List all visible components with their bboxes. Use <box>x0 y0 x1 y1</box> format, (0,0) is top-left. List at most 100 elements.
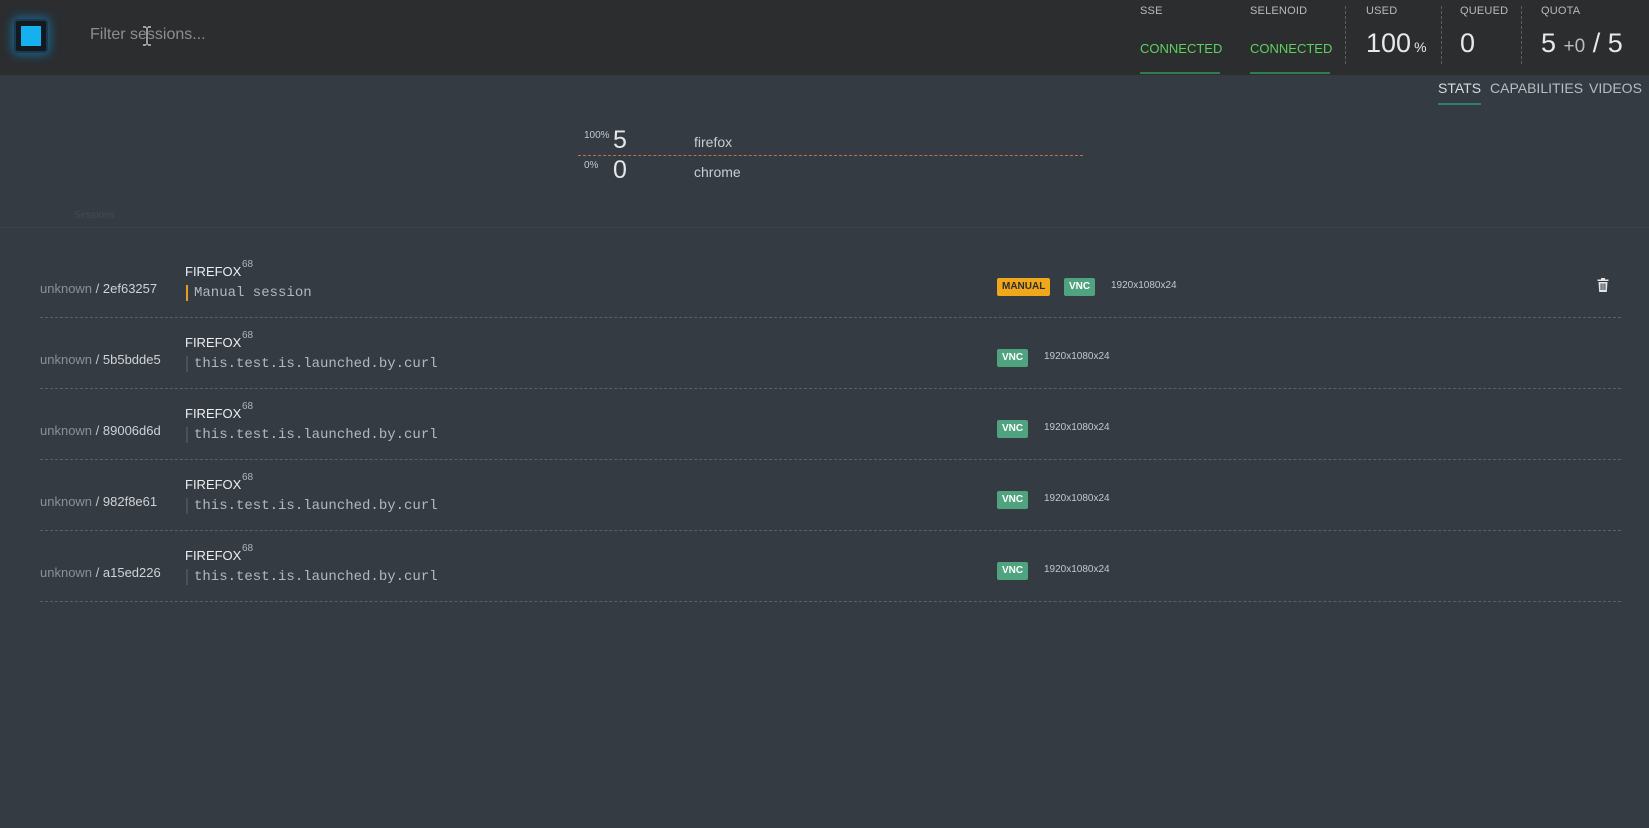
session-quota: unknown <box>40 565 93 580</box>
session-resolution: 1920x1080x24 <box>1044 422 1110 433</box>
browser-name: firefox <box>694 134 733 150</box>
session-browser: FIREFOX <box>185 264 242 279</box>
session-hash: 89006d6d <box>102 423 161 438</box>
browser-name: chrome <box>694 164 741 180</box>
selenoid-connection-status: CONNECTED <box>1250 41 1333 56</box>
browser-percent: 100% <box>584 130 610 141</box>
browser-count: 5 <box>613 126 627 154</box>
vnc-badge: VNC <box>997 420 1029 438</box>
vnc-badge: VNC <box>997 491 1029 509</box>
session-quota: unknown <box>40 352 93 367</box>
tab-videos[interactable]: VIDEOS <box>1589 80 1642 96</box>
trash-icon[interactable] <box>1597 278 1609 292</box>
session-separator: / <box>92 423 103 438</box>
session-hash: 982f8e61 <box>102 494 158 509</box>
sse-status: SSE CONNECTED <box>1140 0 1230 75</box>
quota-total: 5 <box>1607 28 1623 58</box>
browser-stat-row: 100% 5 firefox <box>578 126 1083 156</box>
session-list: unknown / 2ef63257 FIREFOX 68 Manual ses… <box>40 247 1621 602</box>
queued-stat: QUEUED 0 <box>1460 0 1520 75</box>
selenoid-underline <box>1250 72 1330 74</box>
session-hash: a15ed226 <box>102 565 161 580</box>
quota-plus: + <box>1563 36 1575 57</box>
sse-underline <box>1140 72 1220 74</box>
used-value-group: 100% <box>1366 28 1427 59</box>
sessions-caption: Sessions <box>74 210 115 221</box>
session-row[interactable]: unknown / 5b5bdde5 FIREFOX 68 this.test.… <box>40 318 1621 389</box>
session-separator: / <box>92 281 103 296</box>
text-cursor-icon <box>143 26 151 46</box>
session-resolution: 1920x1080x24 <box>1044 493 1110 504</box>
vnc-badge: VNC <box>1064 278 1096 296</box>
tab-stats-label: STATS <box>1438 80 1482 96</box>
selenoid-label: SELENOID <box>1250 5 1308 17</box>
session-id: unknown / 2ef63257 <box>40 281 157 296</box>
stat-divider <box>1521 6 1522 64</box>
sse-label: SSE <box>1140 5 1163 17</box>
used-unit: % <box>1414 39 1427 55</box>
session-separator: / <box>92 494 103 509</box>
queued-value: 0 <box>1460 28 1476 58</box>
session-name: this.test.is.launched.by.curl <box>186 427 438 443</box>
session-separator: / <box>92 565 103 580</box>
quota-pending: 0 <box>1574 36 1586 57</box>
session-resolution: 1920x1080x24 <box>1044 351 1110 362</box>
session-browser: FIREFOX <box>185 335 242 350</box>
view-tabs: STATS CAPABILITIES VIDEOS <box>1438 80 1642 108</box>
quota-used: 5 <box>1541 28 1557 58</box>
session-name: this.test.is.launched.by.curl <box>186 498 438 514</box>
session-row[interactable]: unknown / a15ed226 FIREFOX 68 this.test.… <box>40 531 1621 602</box>
used-stat: USED 100% <box>1366 0 1446 75</box>
stat-divider <box>1345 6 1346 64</box>
session-row[interactable]: unknown / 89006d6d FIREFOX 68 this.test.… <box>40 389 1621 460</box>
active-tab-underline <box>1438 103 1481 105</box>
selenoid-status: SELENOID CONNECTED <box>1250 0 1340 75</box>
session-row[interactable]: unknown / 982f8e61 FIREFOX 68 this.test.… <box>40 460 1621 531</box>
session-quota: unknown <box>40 423 93 438</box>
used-value: 100 <box>1366 28 1412 58</box>
session-browser: FIREFOX <box>185 548 242 563</box>
quota-stat: QUOTA 5 +0 / 5 <box>1541 0 1641 75</box>
queued-label: QUEUED <box>1460 5 1509 17</box>
session-quota: unknown <box>40 494 93 509</box>
logo-icon[interactable] <box>14 19 48 53</box>
session-browser-version: 68 <box>242 330 254 341</box>
session-id: unknown / 89006d6d <box>40 423 161 438</box>
session-hash: 2ef63257 <box>102 281 158 296</box>
tab-capabilities[interactable]: CAPABILITIES <box>1490 80 1583 96</box>
filter-sessions-input[interactable] <box>80 18 640 52</box>
tab-stats[interactable]: STATS <box>1438 80 1482 105</box>
browser-stats: 100% 5 firefox 0% 0 chrome <box>578 126 1083 186</box>
used-label: USED <box>1366 5 1398 17</box>
session-browser: FIREFOX <box>185 477 242 492</box>
quota-slash: / <box>1592 28 1601 58</box>
logo-square <box>21 26 41 46</box>
session-id: unknown / 5b5bdde5 <box>40 352 161 367</box>
session-name: this.test.is.launched.by.curl <box>186 356 438 372</box>
session-id: unknown / 982f8e61 <box>40 494 157 509</box>
session-browser-version: 68 <box>242 259 254 270</box>
session-name: Manual session <box>186 285 312 301</box>
vnc-badge: VNC <box>997 562 1029 580</box>
manual-badge: MANUAL <box>997 278 1051 296</box>
session-name: this.test.is.launched.by.curl <box>186 569 438 585</box>
session-browser-version: 68 <box>242 543 254 554</box>
quota-label: QUOTA <box>1541 5 1581 17</box>
stat-divider <box>1441 6 1442 64</box>
session-quota: unknown <box>40 281 93 296</box>
sse-connection-status: CONNECTED <box>1140 41 1223 56</box>
session-resolution: 1920x1080x24 <box>1111 280 1177 291</box>
session-row[interactable]: unknown / 2ef63257 FIREFOX 68 Manual ses… <box>40 247 1621 318</box>
session-browser-version: 68 <box>242 472 254 483</box>
session-hash: 5b5bdde5 <box>102 352 161 367</box>
browser-stat-row: 0% 0 chrome <box>578 156 1083 186</box>
session-resolution: 1920x1080x24 <box>1044 564 1110 575</box>
quota-value-group: 5 +0 / 5 <box>1541 28 1623 59</box>
top-bar: SSE CONNECTED SELENOID CONNECTED USED 10… <box>0 0 1649 75</box>
browser-percent: 0% <box>584 160 599 171</box>
section-divider <box>0 227 1649 228</box>
session-browser: FIREFOX <box>185 406 242 421</box>
session-browser-version: 68 <box>242 401 254 412</box>
session-id: unknown / a15ed226 <box>40 565 161 580</box>
vnc-badge: VNC <box>997 349 1029 367</box>
